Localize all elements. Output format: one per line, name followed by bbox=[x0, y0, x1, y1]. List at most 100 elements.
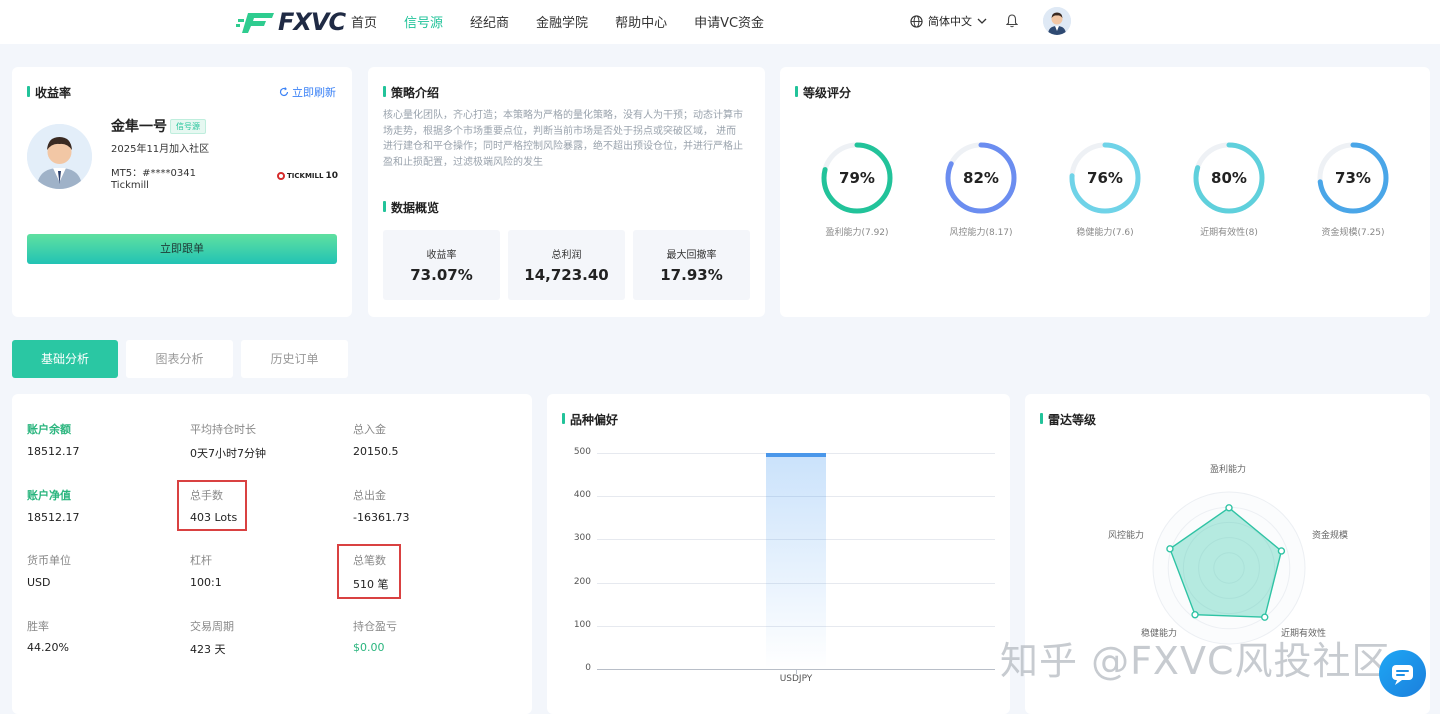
refresh-button[interactable]: 立即刷新 bbox=[279, 84, 336, 100]
refresh-icon bbox=[279, 87, 289, 97]
rating-label: 稳健能力(7.6) bbox=[1076, 228, 1134, 238]
tickmill-ring-icon bbox=[277, 172, 285, 180]
y-tick-label: 100 bbox=[573, 619, 591, 630]
stat-label: 交易周期 bbox=[190, 620, 234, 633]
radar-point[interactable] bbox=[1191, 611, 1199, 619]
stat-value: 18512.17 bbox=[27, 445, 80, 458]
logo-text: FXVC bbox=[278, 8, 346, 36]
trader-name: 金隼一号 bbox=[111, 119, 167, 135]
account-stats-card bbox=[12, 394, 532, 714]
radar-point[interactable] bbox=[1277, 547, 1286, 555]
nav-signals[interactable]: 信号源 bbox=[404, 12, 443, 31]
radar-axis-label: 盈利能力 bbox=[1210, 465, 1247, 475]
nav-academy[interactable]: 金融学院 bbox=[536, 12, 588, 31]
nav-apply-vc[interactable]: 申请VC资金 bbox=[694, 12, 764, 31]
rating-label: 近期有效性(8) bbox=[1200, 228, 1258, 238]
stat-label: 货币单位 bbox=[27, 554, 71, 567]
highlight-total-lots bbox=[177, 480, 247, 531]
rating-label: 资金规模(7.25) bbox=[1321, 228, 1385, 238]
user-avatar[interactable] bbox=[1043, 7, 1071, 35]
tickmill-logo: TICKMILL 10 bbox=[277, 171, 338, 181]
profit-rate-title: 收益率 bbox=[27, 84, 71, 101]
tab-basic-analysis[interactable]: 基础分析 bbox=[12, 340, 118, 378]
bar-cap bbox=[766, 453, 826, 457]
profile-card bbox=[12, 67, 352, 317]
globe-icon bbox=[910, 14, 923, 28]
rating-ring-4: 73% bbox=[1315, 140, 1391, 216]
rating-label: 盈利能力(7.92) bbox=[825, 228, 889, 238]
symbol-preference-title: 品种偏好 bbox=[562, 411, 618, 428]
stat-label: 平均持仓时长 bbox=[190, 423, 256, 436]
stat-value: 44.20% bbox=[27, 641, 69, 654]
stat-value: -16361.73 bbox=[353, 511, 410, 524]
stat-label: 杠杆 bbox=[190, 554, 212, 567]
chat-button[interactable] bbox=[1379, 650, 1426, 697]
chat-icon bbox=[1392, 665, 1413, 685]
stat-value: USD bbox=[27, 576, 51, 589]
rating-percent: 80% bbox=[1211, 169, 1247, 187]
strategy-title: 策略介绍 bbox=[383, 84, 439, 101]
y-tick-label: 0 bbox=[585, 663, 591, 673]
rating-ring-2: 76% bbox=[1067, 140, 1143, 216]
stat-label: 胜率 bbox=[27, 620, 49, 633]
bell-icon[interactable] bbox=[1006, 14, 1018, 28]
radar-point[interactable] bbox=[1166, 545, 1174, 553]
radar-point[interactable] bbox=[1261, 613, 1269, 621]
y-tick-label: 300 bbox=[573, 533, 591, 544]
overview-title: 数据概览 bbox=[383, 199, 439, 216]
language-label: 简体中文 bbox=[928, 15, 972, 28]
rating-percent: 73% bbox=[1335, 169, 1371, 187]
stat-label: 账户余额 bbox=[27, 423, 71, 436]
strategy-description: 核心量化团队，齐心打造；本策略为严格的量化策略，没有人为干预；动态计算市场走势，… bbox=[383, 110, 743, 168]
rating-percent: 76% bbox=[1087, 169, 1123, 187]
stat-value: 0天7小时7分钟 bbox=[190, 447, 266, 460]
rating-ring-1: 82% bbox=[943, 140, 1019, 216]
highlight-total-trades bbox=[337, 544, 401, 599]
radar-point[interactable] bbox=[1225, 504, 1233, 512]
stat-value: 100:1 bbox=[190, 576, 222, 589]
refresh-label: 立即刷新 bbox=[292, 86, 336, 99]
trader-avatar-icon bbox=[27, 124, 92, 189]
stat-value: 20150.5 bbox=[353, 445, 399, 458]
nav-links: 首页 信号源 经纪商 金融学院 帮助中心 申请VC资金 bbox=[351, 12, 791, 31]
chevron-down-icon bbox=[977, 18, 987, 24]
stat-label: 总出金 bbox=[353, 489, 386, 502]
stat-profit-rate: 收益率 73.07% bbox=[383, 230, 500, 300]
fxvc-logo[interactable]: FXVC bbox=[236, 8, 346, 36]
top-nav: FXVC 首页 信号源 经纪商 金融学院 帮助中心 申请VC资金 简体中文 bbox=[0, 0, 1440, 44]
rating-label: 风控能力(8.17) bbox=[949, 228, 1013, 238]
rating-title: 等级评分 bbox=[795, 84, 851, 101]
tab-history-orders[interactable]: 历史订单 bbox=[241, 340, 348, 378]
joined-date: 2025年11月加入社区 bbox=[111, 144, 210, 155]
stat-value: 423 天 bbox=[190, 643, 226, 656]
zhihu-watermark: 知乎 @FXVC风投社区 bbox=[1000, 639, 1391, 683]
stat-label: 持仓盈亏 bbox=[353, 620, 397, 633]
tab-chart-analysis[interactable]: 图表分析 bbox=[126, 340, 233, 378]
stat-label: 账户净值 bbox=[27, 489, 71, 502]
stat-value: $0.00 bbox=[353, 641, 385, 654]
signal-badge: 信号源 bbox=[170, 119, 206, 134]
avatar-icon bbox=[1043, 7, 1071, 35]
trader-avatar bbox=[27, 124, 92, 189]
y-tick-label: 400 bbox=[573, 490, 591, 501]
nav-brokers[interactable]: 经纪商 bbox=[470, 12, 509, 31]
nav-help[interactable]: 帮助中心 bbox=[615, 12, 667, 31]
stat-label: 总入金 bbox=[353, 423, 386, 436]
logo-mark-icon bbox=[236, 13, 274, 33]
stat-total-profit: 总利润 14,723.40 bbox=[508, 230, 625, 300]
rating-percent: 79% bbox=[839, 169, 875, 187]
stat-max-drawdown: 最大回撤率 17.93% bbox=[633, 230, 750, 300]
x-tick-label: USDJPY bbox=[779, 674, 813, 684]
y-tick-label: 500 bbox=[573, 447, 591, 457]
follow-button[interactable]: 立即跟单 bbox=[27, 234, 337, 264]
radar-axis-label: 资金规模 bbox=[1312, 531, 1349, 541]
rating-ring-0: 79% bbox=[819, 140, 895, 216]
broker-name: Tickmill bbox=[111, 180, 149, 191]
bar-USDJPY[interactable] bbox=[766, 453, 826, 669]
rating-percent: 82% bbox=[963, 169, 999, 187]
radar-axis-label: 风控能力 bbox=[1108, 531, 1145, 541]
language-selector[interactable]: 简体中文 bbox=[910, 13, 987, 29]
nav-home[interactable]: 首页 bbox=[351, 12, 377, 31]
rating-ring-3: 80% bbox=[1191, 140, 1267, 216]
y-tick-label: 200 bbox=[573, 576, 591, 587]
